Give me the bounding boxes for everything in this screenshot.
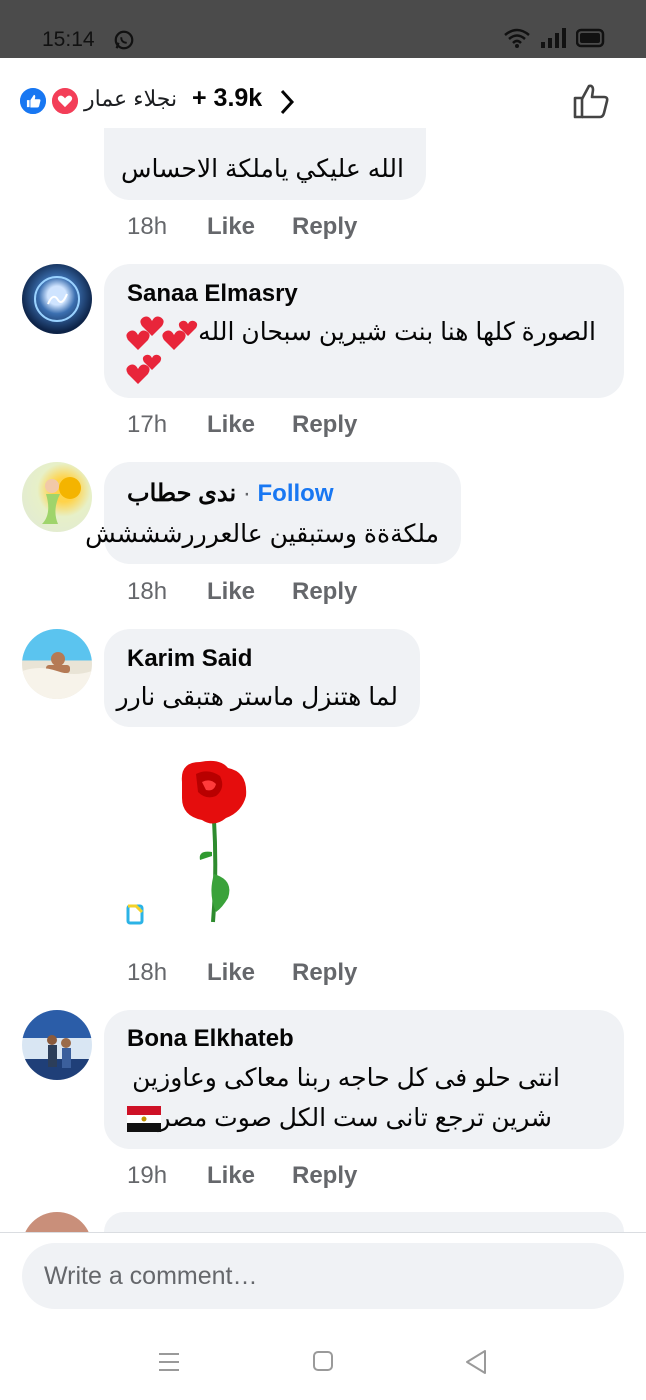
comment-author[interactable]: Sanaa Elmasry bbox=[127, 280, 298, 308]
egypt-flag-icon bbox=[127, 1106, 161, 1132]
whatsapp-icon bbox=[114, 30, 134, 50]
navigation-bar bbox=[0, 1330, 646, 1400]
status-time: 15:14 bbox=[42, 28, 95, 51]
comment-author[interactable]: Bona Elkhateb bbox=[127, 1025, 294, 1053]
rose-sticker[interactable] bbox=[122, 752, 262, 932]
comment-author[interactable]: ندى حطاب bbox=[127, 480, 236, 507]
back-triangle-icon[interactable] bbox=[464, 1349, 488, 1375]
reply-link[interactable]: Reply bbox=[292, 213, 357, 241]
avatar[interactable] bbox=[22, 629, 92, 699]
comment-author-row: ندى حطاب · Follow bbox=[127, 479, 334, 508]
comment-time: 19h bbox=[127, 1162, 168, 1189]
reply-link[interactable]: Reply bbox=[292, 959, 357, 987]
status-icons bbox=[504, 28, 606, 48]
comment-text: الصورة كلها هنا بنت شيرين سبحان الله bbox=[198, 318, 596, 346]
avatar-fairy-icon bbox=[42, 477, 81, 524]
follow-link[interactable]: Follow bbox=[258, 480, 334, 507]
reply-link[interactable]: Reply bbox=[292, 411, 357, 439]
home-square-icon[interactable] bbox=[312, 1350, 334, 1372]
love-reaction-icon bbox=[50, 86, 80, 116]
like-reaction-icon bbox=[18, 86, 48, 116]
reaction-count: + 3.9k bbox=[192, 84, 263, 112]
like-link[interactable]: Like bbox=[207, 411, 255, 439]
separator-dot: · bbox=[242, 480, 258, 507]
composer-divider bbox=[0, 1232, 646, 1233]
avatar[interactable] bbox=[22, 462, 92, 532]
avatar[interactable] bbox=[22, 264, 92, 334]
hearts-emoji-icon bbox=[126, 316, 198, 384]
comment-text-line-1: انتى حلو فى كل حاجه ربنا معاكى وعاوزين bbox=[132, 1064, 560, 1092]
status-bar: 15:14 bbox=[0, 0, 646, 58]
reply-link[interactable]: Reply bbox=[292, 1162, 357, 1190]
like-link[interactable]: Like bbox=[207, 578, 255, 606]
avatar-couple-icon bbox=[47, 1035, 71, 1068]
avatar-calligraphy-icon bbox=[34, 276, 80, 322]
comment-time: 18h bbox=[127, 959, 168, 986]
chevron-right-icon[interactable] bbox=[279, 88, 295, 116]
avatar[interactable] bbox=[22, 1010, 92, 1080]
comment-text: ملكةةة وستبقين عالعرررشششش bbox=[85, 520, 439, 548]
like-link[interactable]: Like bbox=[207, 213, 255, 241]
wifi-icon bbox=[504, 28, 530, 48]
reactor-names: نجلاء عمار bbox=[84, 86, 178, 111]
like-button-icon[interactable] bbox=[572, 82, 612, 120]
comment-time: 18h bbox=[127, 213, 168, 240]
comment-time: 18h bbox=[127, 578, 168, 605]
signal-icon bbox=[541, 28, 566, 48]
like-link[interactable]: Like bbox=[207, 1162, 255, 1190]
comment-meta: 18h bbox=[127, 213, 167, 241]
comment-author[interactable]: Karim Said bbox=[127, 645, 252, 673]
comment-text: الله عليكي ياملكة الاحساس bbox=[120, 155, 404, 183]
comment-bubble bbox=[104, 629, 420, 727]
reply-link[interactable]: Reply bbox=[292, 578, 357, 606]
comment-input[interactable] bbox=[22, 1243, 624, 1309]
menu-icon[interactable] bbox=[158, 1352, 180, 1372]
comment-time: 17h bbox=[127, 411, 168, 438]
comment-text: لما هتنزل ماستر هتبقى نارر bbox=[116, 683, 398, 711]
battery-icon bbox=[576, 28, 605, 48]
reaction-icons bbox=[18, 86, 80, 116]
comment-text-line-2: شرين ترجع تانى ست الكل صوت مصر bbox=[158, 1104, 552, 1132]
avatar-swimmer-icon bbox=[22, 652, 92, 699]
like-link[interactable]: Like bbox=[207, 959, 255, 987]
